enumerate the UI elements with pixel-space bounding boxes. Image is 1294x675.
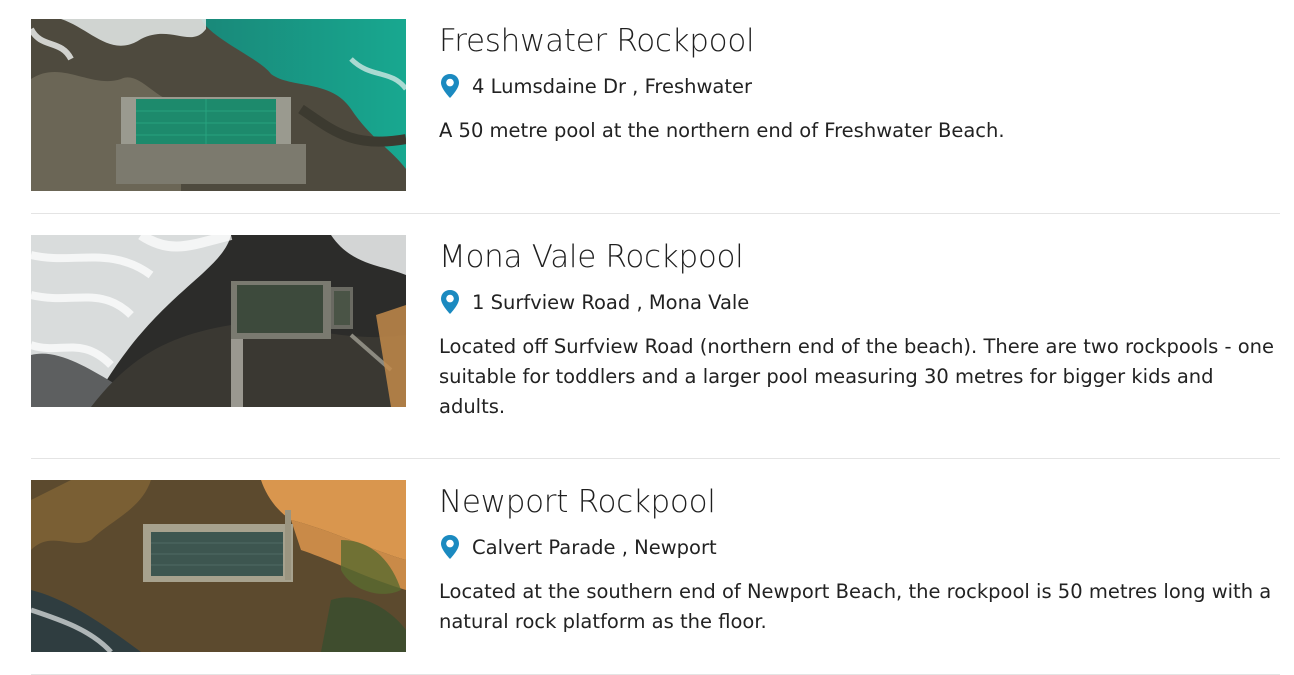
map-pin-icon [441,74,459,98]
listing-image[interactable] [31,19,406,191]
map-pin-icon [441,535,459,559]
list-item: Freshwater Rockpool 4 Lumsdaine Dr , Fre… [31,19,1280,214]
listing-info: Newport Rockpool Calvert Parade , Newpor… [439,480,1274,637]
listing-info: Mona Vale Rockpool 1 Surfview Road , Mon… [439,235,1274,422]
listing-title[interactable]: Newport Rockpool [439,480,1274,524]
list-item: Mona Vale Rockpool 1 Surfview Road , Mon… [31,235,1280,459]
listing-image[interactable] [31,480,406,652]
address-text: 1 Surfview Road , Mona Vale [472,290,750,314]
listing-info: Freshwater Rockpool 4 Lumsdaine Dr , Fre… [439,19,1274,146]
map-pin-icon [441,290,459,314]
listing-description: Located off Surfview Road (northern end … [439,335,1275,418]
listing-description: Located at the southern end of Newport B… [439,580,1272,633]
listing-address: 4 Lumsdaine Dr , Freshwater [439,71,1274,101]
listing-image[interactable] [31,235,406,407]
address-text: 4 Lumsdaine Dr , Freshwater [472,74,753,98]
listing-title[interactable]: Freshwater Rockpool [439,19,1274,63]
listing-description: A 50 metre pool at the northern end of F… [439,119,1005,142]
listing-address: 1 Surfview Road , Mona Vale [439,287,1274,317]
list-item: Newport Rockpool Calvert Parade , Newpor… [31,480,1280,675]
listing-title[interactable]: Mona Vale Rockpool [439,235,1274,279]
address-text: Calvert Parade , Newport [472,535,717,559]
listing-address: Calvert Parade , Newport [439,532,1274,562]
